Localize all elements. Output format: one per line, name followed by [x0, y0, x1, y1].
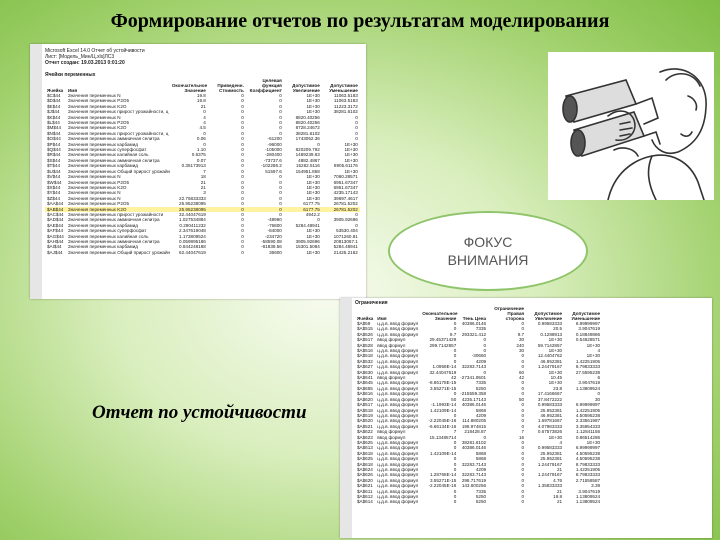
table-cell: $AF$44 [47, 228, 64, 234]
table-cell: 21 [556, 499, 563, 505]
page-title: Формирование отчетов по результатам моде… [110, 10, 610, 32]
binoculars-sketch-icon [548, 52, 714, 201]
table-cell: ц.д.в. ввод формул [377, 499, 419, 505]
table-cell: -215559.358 [460, 391, 487, 397]
column-header: Приведенн. Стоимость [217, 83, 244, 93]
table-cell: 0 [241, 249, 244, 255]
column-header: Ограничение Правая сторона [494, 306, 525, 321]
variables-table: Ячейка Имя Окончательное Значение Приведенн… [45, 78, 360, 255]
table-cell: $A$621 [357, 483, 373, 489]
table-cell: Значения переменных аммиачная селитра [67, 217, 160, 223]
table-row: $O$44 Значения переменных аммиачная селит… [45, 136, 360, 141]
table-cell: Значения переменных Общий прирост урожай… [67, 249, 170, 255]
table-cell: 21425.2162 [333, 249, 358, 255]
table-cell: $A$520 [357, 418, 373, 424]
table-cell: Значения переменных аммиачная селитра [67, 136, 160, 142]
table-cell: Значения переменных прирост урожайности,… [67, 109, 169, 115]
sensitivity-report-caption: Отчет по устойчивости [92, 402, 307, 423]
table-row: $AJ$44 Значения переменных Общий прирост … [45, 250, 360, 255]
column-header: Имя [67, 88, 78, 93]
table-cell: $A$517 [357, 402, 373, 408]
column-header: Тень Цена [462, 316, 487, 321]
row-number-gutter [340, 298, 352, 538]
table-cell: ц.д.в. ввод формул [377, 364, 419, 370]
table-cell: $A$622 [357, 429, 373, 435]
table-row: $AF$44 Значения переменных суперфосфат 2.3… [45, 228, 360, 233]
column-header: Ячейка [357, 316, 374, 321]
table-cell: 0 [453, 499, 457, 505]
table-cell: ц.д.в. ввод формул [377, 472, 419, 478]
table-cell: ц.д.в. ввод формул [377, 456, 419, 462]
sensitivity-report-constraints-screenshot: Ограничения Ячейка Имя Окончательное Значе… [340, 298, 712, 538]
table-cell: 0 [521, 499, 525, 505]
table-row: $AI$44 Значения переменных карбамид 0.8442… [45, 244, 360, 249]
column-header: Допустимое Уменьшение [571, 311, 601, 321]
table-cell: 32283.7143 [461, 472, 487, 478]
table-cell: 62.44047619 [179, 249, 206, 255]
table-cell: $AD$44 [47, 217, 64, 223]
table-cell: ц.д.в. ввод формул [377, 402, 419, 408]
table-cell: 5250 [475, 499, 487, 505]
table-cell: 40386.0146 [461, 402, 487, 408]
table-cell: ц.д.в. ввод формул [377, 483, 419, 489]
report-header-line3: Отчет создан: 19.03.2013 0:01:20 [45, 60, 125, 66]
row-number-gutter [30, 44, 42, 299]
constraints-table: Ячейка Имя Окончательное Значение Тень Цена… [355, 306, 602, 505]
column-header: Окончательное Значение [422, 311, 458, 321]
table-cell: $A$625 [357, 456, 373, 462]
table-cell: ц.д.в. ввод формул [377, 418, 419, 424]
focus-callout: ФОКУС ВНИМАНИЯ [388, 211, 588, 291]
focus-callout-line2: ВНИМАНИЯ [447, 252, 529, 268]
sensitivity-report-variables-screenshot: Microsoft Excel 14.0 Отчет об устойчивос… [30, 44, 366, 299]
table-row: $AA$44 Значения переменных P2O5 25.9523809… [45, 201, 360, 206]
column-header: Окончательное Значение [171, 83, 208, 93]
table-row: $Y$44 Значения переменных N 3 0 0 1E+30 4235.1… [45, 190, 360, 195]
table-cell: 143.600256 [461, 483, 487, 489]
table-cell: 1.13809524 [575, 499, 601, 505]
table-cell: $A$614 [357, 499, 373, 505]
column-header: Допустимое Уменьшение [329, 83, 358, 93]
table-cell: $A$616 [357, 391, 373, 397]
table-cell: 1E+30 [306, 249, 320, 255]
table-cell: ц.д.в. ввод формул [377, 391, 419, 397]
focus-callout-line1: ФОКУС [463, 234, 513, 250]
table-cell: $A$613 [357, 445, 373, 451]
table-cell: $A$517 [357, 337, 373, 343]
table-cell: $AJ$44 [47, 249, 63, 255]
column-header: Допустимое Увеличение [292, 83, 320, 93]
column-header: Ячейка [47, 88, 64, 93]
table-row: $A$614 ц.д.в. ввод формул 0 5250 0 21 1.138095… [355, 499, 602, 504]
table-cell: $A$626 [357, 472, 373, 478]
column-header: Целевая функция Коэффициент [249, 78, 282, 93]
column-header: Имя [377, 316, 387, 321]
table-cell: 40386.0146 [461, 445, 487, 451]
table-row: $V$44 Значения переменных N 18 0 0 1E+30 7060.… [45, 174, 360, 179]
table-cell: 32283.7143 [461, 364, 487, 370]
table-row: $T$44 Значения переменных карбамид 0.35173… [45, 163, 360, 168]
table-cell: 36600 [269, 249, 282, 255]
table-cell: $A$627 [357, 364, 373, 370]
table-row: $J$44 Значения переменных прирост урожайн… [45, 109, 360, 114]
table-cell: $AA$44 [47, 201, 64, 207]
column-header: Допустимое Увеличение [534, 311, 563, 321]
table-cell: 114.880205 [462, 418, 487, 424]
table-cell: ц.д.в. ввод формул [377, 445, 419, 451]
